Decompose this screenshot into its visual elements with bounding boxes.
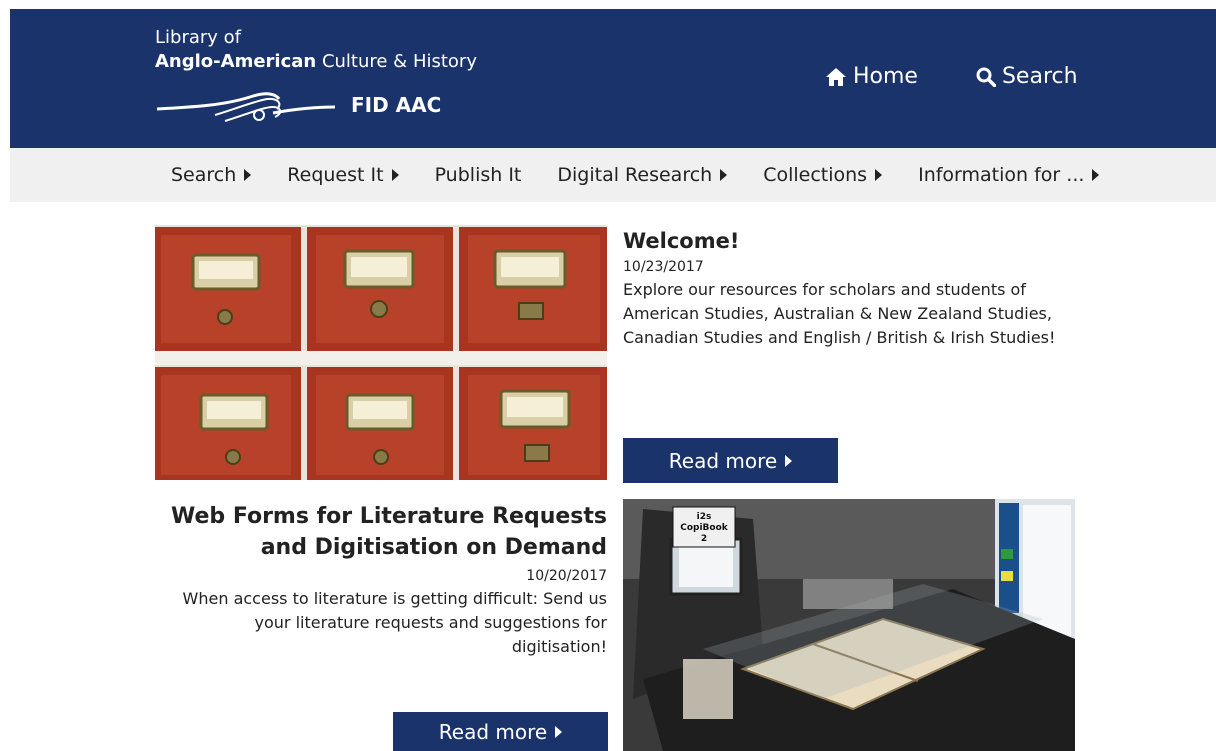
post-text: Explore our resources for scholars and s… bbox=[623, 280, 1056, 347]
main-menu-bar: Search Request It Publish It Digital Res… bbox=[10, 148, 1216, 202]
caret-right-icon bbox=[720, 169, 728, 181]
card-catalogue-photo bbox=[155, 225, 607, 480]
scanner-label-line3: 2 bbox=[701, 534, 707, 544]
read-more-button[interactable]: Read more bbox=[623, 438, 838, 483]
nav-home-label: Home bbox=[853, 64, 918, 89]
main-menu: Search Request It Publish It Digital Res… bbox=[171, 148, 1135, 202]
caret-right-icon bbox=[1092, 169, 1100, 181]
nav-home-link[interactable]: Home bbox=[825, 64, 918, 89]
site-logo[interactable]: Library of Anglo-American Culture & Hist… bbox=[155, 27, 477, 122]
news-post-welcome: Welcome! 10/23/2017 Explore our resource… bbox=[623, 228, 1075, 350]
post-text: When access to literature is getting dif… bbox=[182, 589, 607, 656]
menu-item-label: Publish It bbox=[434, 164, 522, 186]
menu-item-label: Search bbox=[171, 164, 237, 186]
menu-item-search[interactable]: Search bbox=[171, 164, 252, 186]
brand-name-rest: Culture & History bbox=[316, 51, 477, 72]
menu-item-collections[interactable]: Collections bbox=[763, 164, 883, 186]
wave-logo-icon bbox=[156, 92, 336, 122]
caret-right-icon bbox=[555, 725, 563, 738]
search-icon bbox=[976, 67, 996, 87]
post-date: 10/20/2017 bbox=[526, 568, 607, 584]
nav-search-label: Search bbox=[1001, 64, 1078, 89]
menu-item-publish-it[interactable]: Publish It bbox=[435, 164, 522, 186]
nav-search-link[interactable]: Search bbox=[976, 64, 1078, 89]
brand-wave-logo: FID AAC bbox=[155, 85, 455, 127]
card-catalogue-image[interactable] bbox=[155, 225, 607, 480]
menu-item-information-for[interactable]: Information for ... bbox=[918, 164, 1100, 186]
scanner-label-line2: CopiBook bbox=[680, 523, 729, 533]
caret-right-icon bbox=[244, 169, 252, 181]
book-scanner-image[interactable]: i2s CopiBook 2 bbox=[623, 499, 1075, 751]
post-title[interactable]: Web Forms for Literature Requests and Di… bbox=[155, 501, 607, 563]
brand-name-bold: Anglo-American bbox=[155, 51, 317, 72]
brand-line2: Anglo-American Culture & History bbox=[155, 49, 477, 75]
read-more-label: Read more bbox=[668, 448, 778, 473]
menu-item-label: Information for ... bbox=[918, 164, 1085, 186]
menu-item-label: Collections bbox=[763, 164, 868, 186]
read-more-label: Read more bbox=[438, 719, 548, 744]
read-more-button[interactable]: Read more bbox=[393, 712, 608, 751]
book-scanner-photo: i2s CopiBook 2 bbox=[623, 499, 1075, 751]
menu-item-label: Digital Research bbox=[557, 164, 713, 186]
brand-short: FID AAC bbox=[351, 93, 442, 117]
caret-right-icon bbox=[391, 169, 399, 181]
post-date: 10/23/2017 bbox=[623, 259, 704, 275]
news-post-web-forms: Web Forms for Literature Requests and Di… bbox=[155, 501, 607, 659]
caret-right-icon bbox=[875, 169, 883, 181]
scanner-label-line1: i2s bbox=[697, 512, 712, 522]
menu-item-digital-research[interactable]: Digital Research bbox=[557, 164, 728, 186]
top-nav: Home Search bbox=[825, 64, 1078, 89]
post-title[interactable]: Welcome! bbox=[623, 228, 1075, 254]
site-header: Library of Anglo-American Culture & Hist… bbox=[10, 9, 1216, 148]
brand-line1: Library of bbox=[155, 27, 242, 48]
caret-right-icon bbox=[785, 454, 793, 467]
menu-item-label: Request It bbox=[287, 164, 384, 186]
menu-item-request-it[interactable]: Request It bbox=[287, 164, 399, 186]
home-icon bbox=[826, 67, 846, 86]
